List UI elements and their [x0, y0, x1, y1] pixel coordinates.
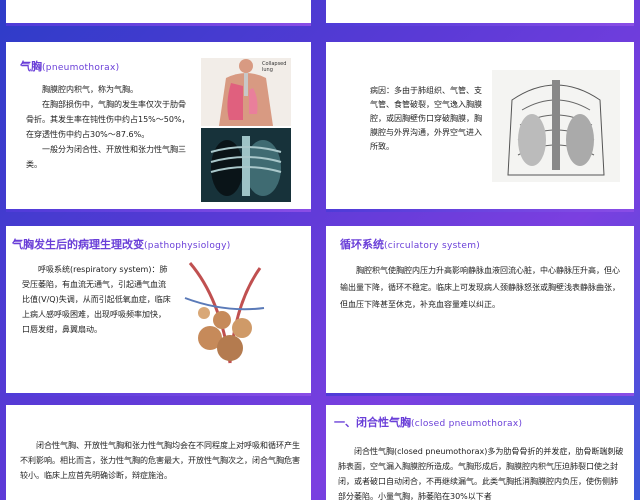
- slide-body: 胸膜腔内积气，称为气胸。 在胸部损伤中，气胸的发生率仅次于肋骨骨折。其发生率在钝…: [26, 82, 191, 172]
- chest-xray-image: [201, 128, 291, 202]
- slide-top-left-partial: [6, 0, 311, 26]
- slide-top-right-partial: [326, 0, 634, 26]
- slide-pneumothorax: 气胸(pneumothorax) 胸膜腔内积气，称为气胸。 在胸部损伤中，气胸的…: [6, 42, 311, 212]
- slide-title: 气胸发生后的病理生理改变(pathophysiology): [12, 236, 231, 252]
- circulatory-text: 胸腔积气使胸腔内压力升高影响静脉血液回流心脏，中心静脉压升高，但心输出量下降，循…: [340, 266, 620, 309]
- slide-pathophysiology: 气胸发生后的病理生理改变(pathophysiology) 呼吸系统(respi…: [6, 226, 311, 396]
- title-cn: 气胸: [20, 60, 42, 73]
- thoracic-sketch-image: [492, 70, 620, 182]
- title-cn: 气胸发生后的病理生理改变: [12, 238, 144, 251]
- paragraph: 在胸部损伤中，气胸的发生率仅次于肋骨骨折。其发生率在钝性伤中约占15%～50%，…: [26, 100, 190, 139]
- title-cn: 一、闭合性气胸: [334, 416, 411, 429]
- comparison-text: 闭合性气胸、开放性气胸和张力性气胸均会在不同程度上对呼吸和循环产生不利影响。相比…: [20, 441, 300, 480]
- slide-title: 循环系统(circulatory system): [340, 236, 480, 252]
- etiology-text: 病因：多由于肺组织、气管、支气管、食管破裂，空气逸入胸膜腔，或因胸壁伤口穿破胸膜…: [370, 86, 482, 151]
- alveoli-illustration: [180, 258, 268, 370]
- slide-closed-pneumothorax: 一、闭合性气胸(closed pneumothorax) 闭合性气胸(close…: [326, 405, 634, 500]
- slide-title: 气胸(pneumothorax): [20, 58, 119, 74]
- closed-pneumothorax-text: 闭合性气胸(closed pneumothorax)多为肋骨骨折的并发症，肋骨断…: [338, 447, 624, 500]
- respiratory-text: 呼吸系统(respiratory system)：肺受压萎陷，有血流无通气，引起…: [22, 265, 171, 334]
- figure-label: Collapsed lung: [262, 61, 287, 73]
- title-en: (closed pneumothorax): [411, 419, 523, 429]
- collapsed-lung-illustration: Collapsed lung: [201, 58, 291, 126]
- slide-circulatory: 循环系统(circulatory system) 胸腔积气使胸腔内压力升高影响静…: [326, 226, 634, 396]
- title-en: (pathophysiology): [144, 241, 231, 251]
- title-en: (circulatory system): [384, 241, 481, 251]
- paragraph: 一般分为闭合性、开放性和张力性气胸三类。: [26, 145, 186, 169]
- paragraph: 胸膜腔内积气，称为气胸。: [42, 85, 138, 94]
- slide-etiology: 病因：多由于肺组织、气管、支气管、食管破裂，空气逸入胸膜腔，或因胸壁伤口穿破胸膜…: [326, 42, 634, 212]
- title-cn: 循环系统: [340, 238, 384, 251]
- slide-title: 一、闭合性气胸(closed pneumothorax): [334, 414, 522, 430]
- title-en: (pneumothorax): [42, 63, 120, 73]
- slide-comparison: 闭合性气胸、开放性气胸和张力性气胸均会在不同程度上对呼吸和循环产生不利影响。相比…: [6, 405, 311, 500]
